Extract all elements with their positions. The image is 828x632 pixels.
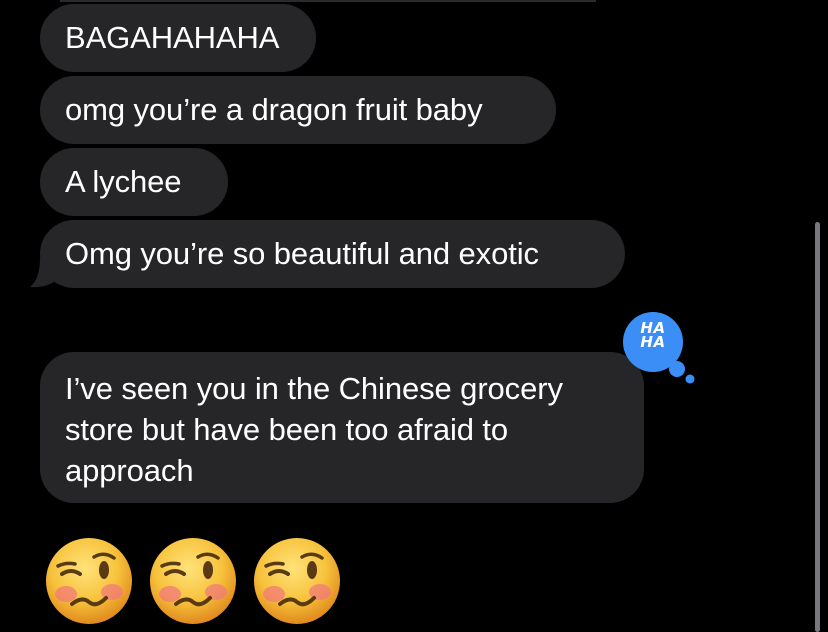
scrollbar[interactable]	[815, 222, 820, 632]
message-bubble-beautiful[interactable]: Omg you’re so beautiful and exotic	[40, 220, 625, 288]
message-bubble-dragon-fruit[interactable]: omg you’re a dragon fruit baby	[40, 76, 556, 144]
haha-label: HA HA	[640, 319, 666, 351]
woozy-face-icon	[150, 538, 236, 624]
haha-tapback[interactable]: HA HA	[619, 311, 695, 387]
woozy-face-icon	[46, 538, 132, 624]
message-text: A lychee	[65, 164, 182, 199]
message-text: BAGAHAHAHA	[65, 20, 280, 55]
message-bubble-grocery[interactable]: I’ve seen you in the Chinese grocery sto…	[40, 352, 644, 503]
message-text: I’ve seen you in the Chinese grocery sto…	[65, 371, 563, 488]
message-text: omg you’re a dragon fruit baby	[65, 92, 483, 127]
message-bubble-lychee[interactable]: A lychee	[40, 148, 228, 216]
top-divider	[60, 0, 596, 2]
message-bubble-bagahahaha[interactable]: BAGAHAHAHA	[40, 4, 316, 72]
message-text: Omg you’re so beautiful and exotic	[65, 236, 539, 271]
woozy-face-icon	[254, 538, 340, 624]
